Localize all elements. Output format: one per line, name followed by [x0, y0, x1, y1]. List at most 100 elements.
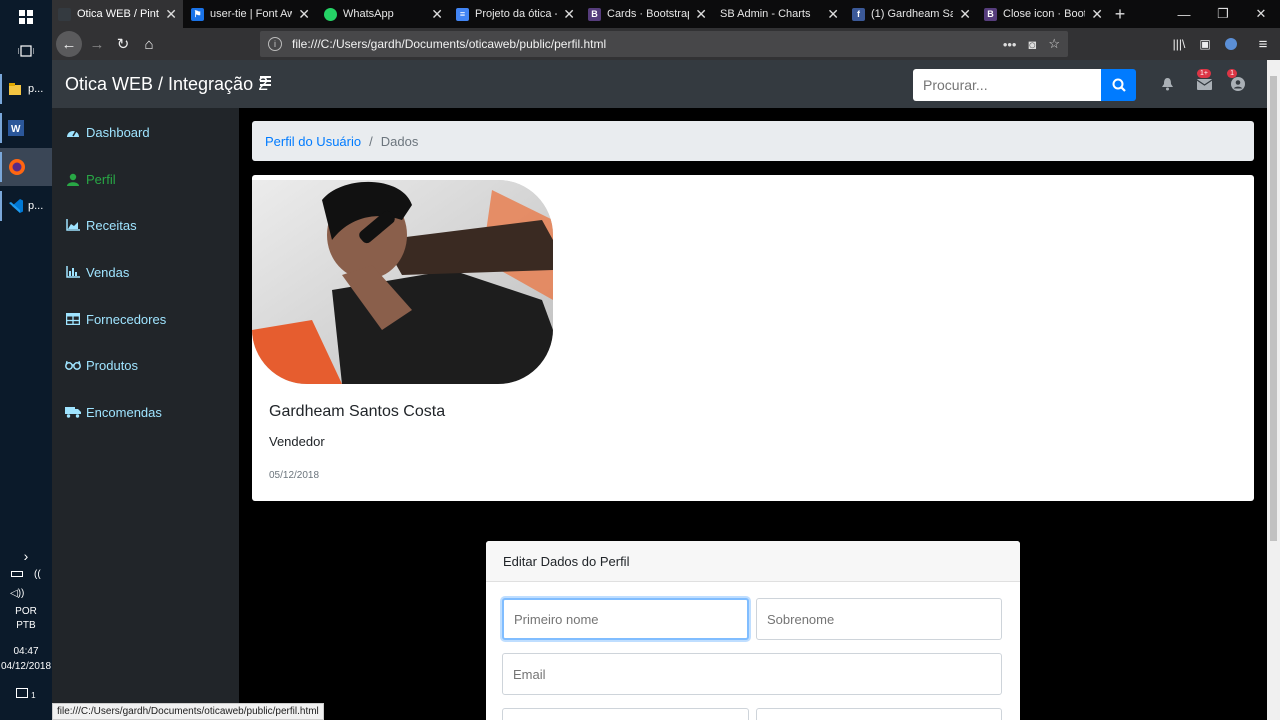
taskbar-active-mark [0, 152, 2, 182]
arrow-left-icon: ← [61, 35, 77, 53]
page-scrollbar[interactable] [1267, 60, 1280, 720]
volume-icon: ◁)) [10, 588, 25, 599]
reload-button[interactable]: ↻ [110, 31, 136, 57]
alerts-button[interactable] [1158, 75, 1176, 93]
brand-title[interactable]: Otica WEB / Integração 2 [65, 74, 268, 95]
close-icon[interactable]: ✕ [431, 6, 443, 23]
user-circle-icon [1231, 77, 1245, 91]
scrollbar-thumb[interactable] [1270, 76, 1277, 541]
info-icon[interactable]: i [268, 37, 282, 51]
status-bar: file:///C:/Users/gardh/Documents/oticawe… [52, 703, 324, 720]
close-icon[interactable]: ✕ [827, 6, 839, 23]
sidebar-item-vendas[interactable]: Vendas [65, 261, 129, 283]
reload-icon: ↻ [116, 36, 130, 53]
tab-cards-bootstrap[interactable]: B Cards · Bootstrap ✕ [582, 0, 713, 28]
user-menu-button[interactable]: 1 [1227, 69, 1247, 93]
whatsapp-icon [324, 7, 337, 21]
tab-close-icon-bootstrap[interactable]: B Close icon · Bootst ✕ [978, 0, 1109, 28]
minimize-button[interactable]: — [1165, 0, 1203, 28]
account-button[interactable] [1218, 31, 1244, 57]
notification-center-icon [16, 688, 29, 698]
tab-otica-web[interactable]: Otica WEB / Pinto Soft ✕ [52, 0, 183, 28]
search-icon [1112, 78, 1126, 92]
close-icon[interactable]: ✕ [695, 6, 707, 23]
browser-nav-bar: ← → ↻ ⌂ i file:///C:/Users/gardh/Documen… [52, 28, 1280, 60]
sidebar-item-label: Vendas [86, 264, 130, 280]
tachometer-icon [65, 125, 81, 139]
tab-facebook[interactable]: f (1) Gardheam Sant ✕ [846, 0, 977, 28]
last-name-field[interactable] [756, 598, 1002, 640]
close-window-button[interactable]: ✕ [1242, 0, 1280, 28]
breadcrumb-separator: / [369, 133, 373, 149]
taskbar-app-firefox[interactable] [0, 148, 52, 186]
sidebar-toggle-button[interactable]: ▣ [1192, 31, 1218, 57]
chevron-right-icon: › [23, 548, 29, 564]
clock[interactable]: 04:47 04/12/2018 [0, 646, 52, 672]
taskbar-app-explorer[interactable]: p... [0, 70, 52, 108]
pocket-icon[interactable]: ◙ [1028, 37, 1036, 52]
bootstrap-icon: B [984, 7, 997, 21]
plus-icon: + [1114, 3, 1126, 24]
new-tab-button[interactable]: + [1110, 0, 1130, 28]
account-avatar-icon [1225, 38, 1237, 50]
address-bar[interactable]: i file:///C:/Users/gardh/Documents/otica… [260, 31, 1068, 57]
sidebar-item-dashboard[interactable]: Dashboard [65, 121, 150, 143]
tab-title: Cards · Bootstrap [607, 8, 690, 20]
email-field[interactable] [502, 653, 1002, 695]
close-icon[interactable]: ✕ [959, 6, 971, 23]
windows-start-button[interactable] [0, 0, 52, 34]
search-input[interactable] [913, 69, 1102, 101]
taskbar-app-label: p... [28, 200, 44, 212]
search-button[interactable] [1101, 69, 1136, 101]
menu-button[interactable]: ≡ [1250, 31, 1276, 57]
close-icon[interactable]: ✕ [298, 6, 310, 23]
sidebar-item-label: Fornecedores [86, 311, 167, 327]
language-indicator[interactable]: POR PTB [0, 606, 52, 631]
messages-badge: 1+ [1197, 69, 1211, 78]
bookmark-star-icon[interactable]: ☆ [1048, 36, 1060, 52]
sidebar-toggle-icon[interactable] [260, 76, 271, 87]
close-icon[interactable]: ✕ [1091, 6, 1103, 23]
more-actions-icon[interactable]: ••• [1003, 37, 1017, 52]
form-field[interactable] [756, 708, 1002, 720]
messages-button[interactable]: 1+ [1195, 69, 1213, 93]
close-icon: ✕ [1255, 6, 1267, 21]
form-field[interactable] [502, 708, 749, 720]
taskbar-app-word[interactable]: W [0, 109, 52, 147]
tab-sb-admin-charts[interactable]: SB Admin - Charts ✕ [714, 0, 845, 28]
close-icon[interactable]: ✕ [563, 6, 575, 23]
truck-icon [65, 405, 81, 419]
volume-button[interactable]: ◁)) [0, 588, 52, 599]
web-page: Otica WEB / Integração 2 1+ 1 Dashboard … [52, 60, 1267, 720]
wifi-icon[interactable]: (( [34, 569, 41, 580]
restore-button[interactable]: ❐ [1204, 0, 1242, 28]
windows-logo-icon [19, 10, 33, 24]
taskbar-app-vscode[interactable]: p... [0, 187, 52, 225]
user-badge: 1 [1227, 69, 1237, 78]
sidebar-item-encomendas[interactable]: Encomendas [65, 401, 162, 423]
sidebar-item-fornecedores[interactable]: Fornecedores [65, 308, 166, 330]
tab-projeto-otica[interactable]: ≡ Projeto da ótica - ✕ [450, 0, 581, 28]
tab-title: WhatsApp [343, 8, 394, 20]
notifications-button[interactable]: 1 [0, 688, 52, 701]
tab-whatsapp[interactable]: WhatsApp ✕ [318, 0, 449, 28]
library-button[interactable]: |||\ [1166, 31, 1192, 57]
profile-role: Vendedor [269, 434, 325, 449]
back-button[interactable]: ← [56, 31, 82, 57]
first-name-field[interactable] [502, 598, 749, 640]
battery-icon[interactable] [11, 571, 24, 577]
tray-expand-button[interactable]: › [0, 548, 52, 564]
sidebar-item-receitas[interactable]: Receitas [65, 214, 137, 236]
tab-font-awesome[interactable]: ⚑ user-tie | Font Awe ✕ [185, 0, 316, 28]
forward-button[interactable]: → [84, 31, 110, 57]
taskbar-active-mark [0, 191, 2, 221]
sidebar-item-perfil[interactable]: Perfil [65, 168, 116, 190]
sidebar-item-produtos[interactable]: Produtos [65, 354, 138, 376]
close-icon[interactable]: ✕ [165, 6, 177, 23]
breadcrumb-link-perfil[interactable]: Perfil do Usuário [265, 134, 361, 149]
task-view-button[interactable] [0, 34, 52, 68]
bar-chart-icon [65, 265, 81, 279]
edit-profile-title: Editar Dados do Perfil [486, 541, 1020, 582]
home-button[interactable]: ⌂ [136, 31, 162, 57]
task-view-icon [18, 45, 34, 57]
